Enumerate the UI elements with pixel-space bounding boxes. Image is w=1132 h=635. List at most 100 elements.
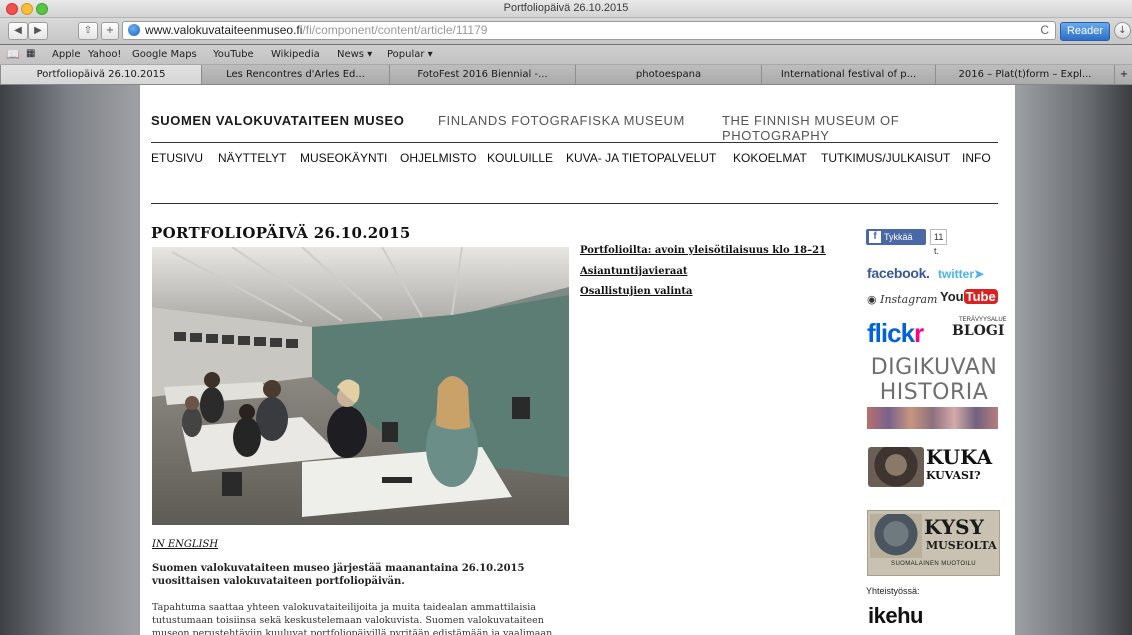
- like-label: Tykkää: [884, 232, 913, 242]
- article-title: PORTFOLIOPÄIVÄ 26.10.2015: [151, 224, 411, 242]
- instagram-label: Instagram: [880, 293, 938, 306]
- bookmark-wikipedia[interactable]: Wikipedia: [271, 49, 320, 60]
- facebook-link[interactable]: facebook.: [867, 265, 930, 281]
- kysy-label: KYSY: [924, 515, 984, 539]
- twitter-bird-icon: ➤: [974, 267, 985, 281]
- lead-line: Suomen valokuvataiteen museo järjestää m…: [152, 563, 525, 574]
- top-sites-grid-icon[interactable]: ▦: [26, 48, 35, 59]
- kuka-label: KUKA: [926, 445, 993, 469]
- page-content: SUOMEN VALOKUVATAITEEN MUSEO FINLANDS FO…: [140, 85, 1015, 635]
- downloads-icon[interactable]: ↓: [1114, 22, 1131, 39]
- toc-link-asiantuntijavieraat[interactable]: Asiantuntijavieraat: [580, 266, 687, 277]
- nav-kokoelmat[interactable]: KOKOELMAT: [733, 151, 807, 165]
- site-name-english[interactable]: THE FINNISH MUSEUM OF PHOTOGRAPHY: [722, 113, 1001, 143]
- body-line: Tapahtuma saattaa yhteen valokuvataiteil…: [152, 602, 536, 613]
- tab-fotofest[interactable]: FotoFest 2016 Biennial -...: [389, 65, 575, 84]
- digikuvan-line1: DIGIKUVAN: [870, 355, 998, 380]
- nav-kouluille[interactable]: KOULUILLE: [487, 151, 553, 165]
- page-viewport: SUOMEN VALOKUVATAITEEN MUSEO FINLANDS FO…: [0, 85, 1132, 635]
- nav-etusivu[interactable]: ETUSIVU: [151, 151, 203, 165]
- kysy-museolta-image: [870, 514, 922, 558]
- back-icon: ◀: [14, 25, 22, 36]
- sidebar: f Tykkää 11 t. facebook. twitter➤ ◉ Insta…: [866, 229, 1007, 635]
- forward-icon: ▶: [34, 25, 42, 36]
- header-divider: [151, 142, 998, 143]
- kuvasi-label: KUVASI?: [926, 469, 981, 482]
- toc-link-portfolioilta[interactable]: Portfolioilta: avoin yleisötilaisuus klo…: [580, 245, 826, 256]
- back-button[interactable]: ◀: [8, 22, 28, 40]
- plus-icon: +: [105, 25, 115, 36]
- tab-photoespana[interactable]: photoespana: [575, 65, 761, 84]
- tab-portfoliopaiva[interactable]: Portfoliopäivä 26.10.2015: [0, 65, 201, 84]
- bookmark-news-menu[interactable]: News ▾: [337, 49, 372, 60]
- kuka-kuvasi-link[interactable]: KUKA KUVASI?: [868, 447, 998, 489]
- nav-ohjelmisto[interactable]: OHJELMISTO: [400, 151, 476, 165]
- flickr-blogi-label: BLOGI: [952, 323, 1005, 339]
- new-tab-button[interactable]: +: [1114, 65, 1132, 84]
- nav-info[interactable]: INFO: [962, 151, 991, 165]
- nav-divider: [151, 203, 998, 204]
- flickr-r: r: [914, 318, 924, 348]
- bookmark-youtube[interactable]: YouTube: [213, 49, 254, 60]
- bookmark-google-maps[interactable]: Google Maps: [132, 49, 197, 60]
- share-button[interactable]: ⇧: [78, 22, 98, 40]
- digikuvan-image-strip: [867, 407, 998, 429]
- toc-link-osallistujien-valinta[interactable]: Osallistujien valinta: [580, 286, 693, 297]
- like-count: 11 t.: [930, 229, 948, 256]
- globe-icon: [128, 24, 140, 36]
- site-name-swedish[interactable]: FINLANDS FOTOGRAFISKA MUSEUM: [438, 113, 685, 128]
- tab-rencontres-arles[interactable]: Les Rencontres d'Arles Ed...: [201, 65, 389, 84]
- partners-label: Yhteistyössä:: [866, 586, 920, 596]
- youtube-link[interactable]: You Tube: [940, 289, 998, 304]
- url-text: www.valokuvataiteenmuseo.fi/fi/component…: [145, 22, 487, 39]
- in-english-link[interactable]: IN ENGLISH: [152, 539, 218, 550]
- window-title: Portfoliopäivä 26.10.2015: [503, 2, 629, 14]
- kysy-museolta-link[interactable]: KYSY MUSEOLTA SUOMALAINEN MUOTOILU: [867, 510, 1000, 576]
- bookmark-apple[interactable]: Apple: [52, 49, 80, 60]
- kysy-footer: SUOMALAINEN MUOTOILU: [891, 561, 976, 567]
- bookmark-yahoo[interactable]: Yahoo!: [88, 49, 121, 60]
- museolta-label: MUSEOLTA: [926, 539, 997, 552]
- digikuvan-line2: HISTORIA: [879, 380, 989, 405]
- url-domain: www.valokuvataiteenmuseo.fi: [145, 23, 303, 37]
- add-bookmark-button[interactable]: +: [101, 22, 119, 40]
- article-body: Tapahtuma saattaa yhteen valokuvataiteil…: [152, 601, 572, 635]
- nav-kuva-ja-tietopalvelut[interactable]: KUVA- JA TIETOPALVELUT: [566, 151, 716, 165]
- flickr-fl: flick: [867, 318, 915, 348]
- nav-nayttelyt[interactable]: NÄYTTELYT: [218, 151, 286, 165]
- facebook-like-button[interactable]: f Tykkää: [866, 229, 926, 245]
- address-bar[interactable]: www.valokuvataiteenmuseo.fi/fi/component…: [122, 21, 1056, 40]
- url-path: /fi/component/content/article/11179: [302, 23, 488, 37]
- browser-toolbar: ◀ ▶ ⇧ + www.valokuvataiteenmuseo.fi/fi/c…: [0, 18, 1132, 44]
- flickr-blog-link[interactable]: flickr: [867, 318, 924, 349]
- main-navigation: ETUSIVU NÄYTTELYT MUSEOKÄYNTI OHJELMISTO…: [151, 151, 1001, 169]
- body-line: museon perustehtäviin kuuluvat portfolio…: [152, 628, 553, 635]
- article-lead: Suomen valokuvataiteen museo järjestää m…: [152, 562, 562, 588]
- digikuvan-historia-link[interactable]: DIGIKUVAN HISTORIA: [870, 355, 998, 405]
- site-header: SUOMEN VALOKUVATAITEEN MUSEO FINLANDS FO…: [151, 113, 1001, 143]
- kuka-kuvasi-image: [868, 447, 924, 487]
- window-titlebar: Portfoliopäivä 26.10.2015: [0, 0, 1132, 18]
- twitter-label: twitter: [938, 267, 974, 281]
- bookmark-popular-menu[interactable]: Popular ▾: [387, 49, 433, 60]
- nav-museokaynti[interactable]: MUSEOKÄYNTI: [300, 151, 387, 165]
- site-name-finnish[interactable]: SUOMEN VALOKUVATAITEEN MUSEO: [151, 113, 404, 128]
- body-line: tutustumaan toisiinsa sekä keskustelemaa…: [152, 615, 544, 626]
- tab-plattform[interactable]: 2016 – Plat(t)form – Expl...: [935, 65, 1114, 84]
- article-photo: [152, 247, 569, 525]
- ikehu-logo-link[interactable]: ikehu: [868, 603, 923, 629]
- lead-line: vuosittaisen valokuvataiteen portfoliopä…: [152, 576, 405, 587]
- reload-icon[interactable]: C: [1040, 22, 1049, 39]
- nav-tutkimus-julkaisut[interactable]: TUTKIMUS/JULKAISUT: [821, 151, 950, 165]
- camera-icon: ◉: [867, 293, 877, 306]
- share-icon: ⇧: [83, 25, 93, 36]
- instagram-link[interactable]: ◉ Instagram: [867, 293, 937, 306]
- twitter-link[interactable]: twitter➤: [938, 267, 984, 281]
- bookmarks-bar: 📖 ▦ Apple Yahoo! Google Maps YouTube Wik…: [0, 45, 1132, 65]
- youtube-you: You: [940, 289, 964, 304]
- reading-list-icon[interactable]: 📖: [6, 48, 20, 61]
- reader-button[interactable]: Reader: [1060, 22, 1110, 41]
- facebook-icon: f: [869, 231, 881, 243]
- forward-button[interactable]: ▶: [28, 22, 48, 40]
- tab-international-festival[interactable]: International festival of p...: [761, 65, 935, 84]
